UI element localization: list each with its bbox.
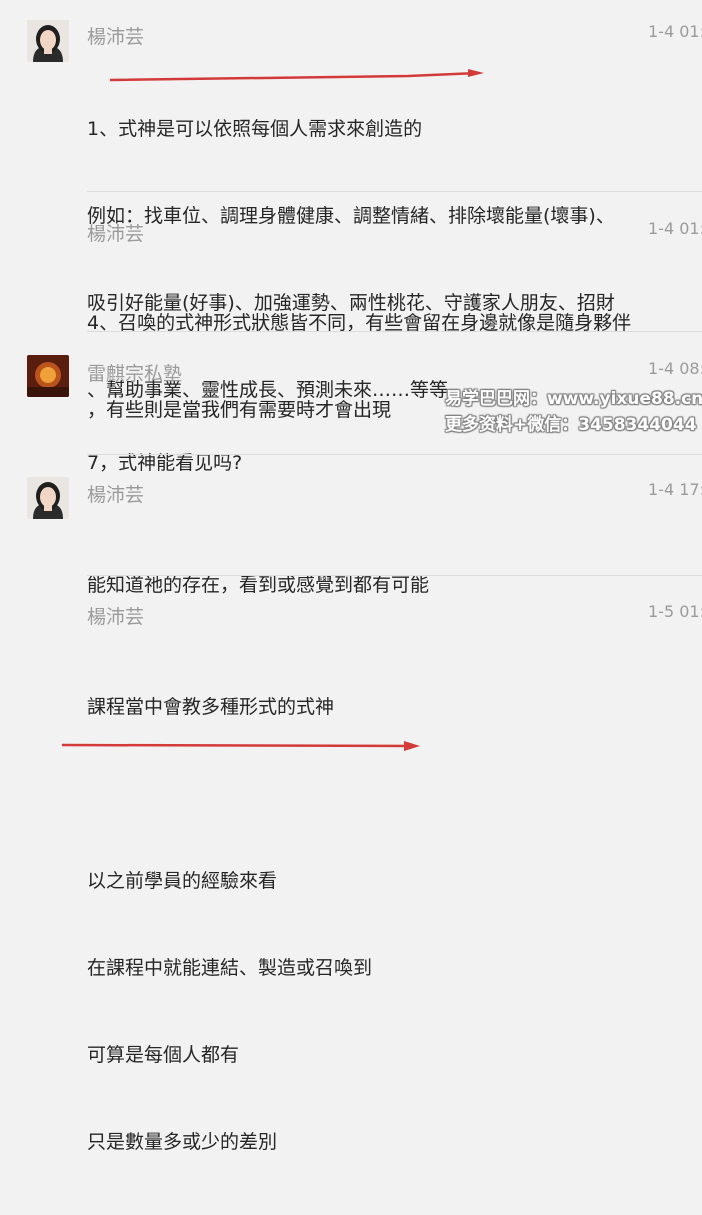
message-time: 1-5 01: (648, 602, 702, 621)
watermark-line: 更多资料+微信：3458344044 (445, 415, 697, 435)
watermark-line: 易学巴巴网：www.yixue88.cn (445, 389, 702, 409)
avatar[interactable] (27, 20, 69, 62)
message-time: 1-4 08: (648, 359, 702, 378)
text-line (87, 780, 692, 809)
message-text[interactable]: 課程當中會教多種形式的式神 以之前學員的經驗來看 在課程中就能連結、製造或召喚到… (87, 635, 692, 1215)
red-underline (61, 741, 420, 751)
text-line: 只是數量多或少的差別 (87, 1131, 278, 1153)
divider (87, 454, 702, 455)
avatar[interactable] (27, 355, 69, 397)
divider (87, 191, 702, 192)
divider (87, 575, 702, 576)
sender-name: 雷麒宗私塾 (87, 363, 183, 385)
message-time: 1-4 17: (648, 480, 702, 499)
text-line: 例如：找車位、調理身體健康、調整情緒、排除壞能量(壞事)、 (87, 205, 615, 227)
red-underline (109, 69, 484, 82)
sender-name: 楊沛芸 (87, 484, 145, 506)
divider (87, 331, 702, 332)
sender-name: 楊沛芸 (87, 606, 145, 628)
text-line: 1、式神是可以依照每個人需求來創造的 (87, 118, 423, 140)
text-line: 4、召喚的式神形式狀態皆不同，有些會留在身邊就像是隨身夥伴 (87, 312, 632, 334)
message-time: 1-4 01: (648, 22, 702, 41)
text-line: 課程當中會教多種形式的式神 (87, 696, 335, 718)
sender-name: 楊沛芸 (87, 223, 145, 245)
text-line: 可算是每個人都有 (87, 1044, 240, 1066)
sender-name: 楊沛芸 (87, 26, 145, 48)
text-line: 在課程中就能連結、製造或召喚到 (87, 957, 373, 979)
avatar[interactable] (27, 477, 69, 519)
text-line: 以之前學員的經驗來看 (87, 870, 278, 892)
message-time: 1-4 01: (648, 219, 702, 238)
